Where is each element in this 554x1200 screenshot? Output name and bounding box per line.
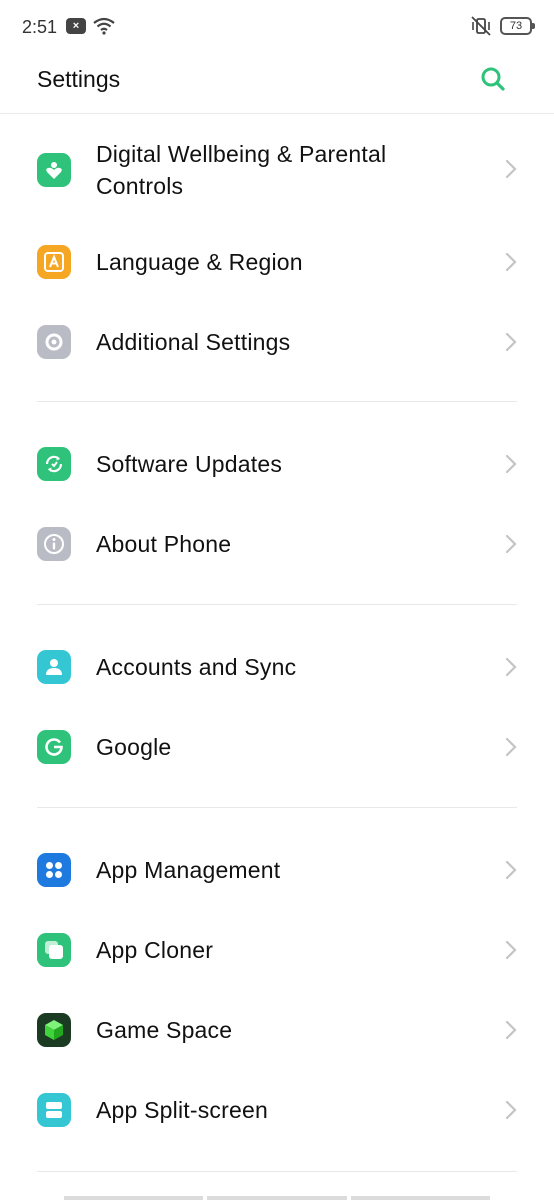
chevron-right-icon [505, 159, 517, 179]
settings-item-label: Software Updates [96, 451, 283, 477]
person-icon [37, 650, 71, 684]
status-bar: 2:51 × 73 [0, 0, 554, 56]
chevron-right-icon [505, 1020, 517, 1040]
settings-item-label: Game Space [96, 1017, 233, 1043]
settings-item-app-management[interactable]: App Management [0, 838, 554, 902]
settings-item-label: Language & Region [96, 249, 303, 275]
settings-item-label: Digital Wellbeing & Parental Controls [96, 141, 387, 199]
search-icon [481, 67, 505, 91]
settings-item-google[interactable]: Google [0, 715, 554, 779]
chevron-right-icon [505, 252, 517, 272]
page-title: Settings [37, 66, 121, 92]
settings-item-accounts-sync[interactable]: Accounts and Sync [0, 635, 554, 699]
chevron-right-icon [505, 860, 517, 880]
status-time: 2:51 [22, 17, 58, 37]
settings-item-label: App Cloner [96, 937, 214, 963]
settings-item-language-region[interactable]: Language & Region [0, 230, 554, 294]
status-left-icons: × [66, 17, 115, 35]
clone-icon [37, 933, 71, 967]
refresh-icon [37, 447, 71, 481]
divider [37, 401, 517, 402]
settings-item-label: Accounts and Sync [96, 654, 297, 680]
settings-item-game-space[interactable]: Game Space [0, 998, 554, 1062]
divider [37, 807, 517, 808]
gear-icon [37, 325, 71, 359]
settings-item-label: About Phone [96, 531, 232, 557]
battery-icon: 73 [500, 17, 535, 35]
split-screen-icon [37, 1093, 71, 1127]
divider [37, 604, 517, 605]
google-icon [37, 730, 71, 764]
battery-level: 73 [509, 20, 523, 32]
status-right-icons: 73 [470, 16, 535, 36]
chevron-right-icon [505, 657, 517, 677]
chevron-right-icon [505, 332, 517, 352]
header: Settings [0, 56, 554, 114]
letter-a-icon [37, 245, 71, 279]
settings-item-label: Additional Settings [96, 329, 291, 355]
settings-item-additional-settings[interactable]: Additional Settings [0, 310, 554, 374]
wifi-icon [93, 17, 115, 35]
settings-item-about-phone[interactable]: About Phone [0, 512, 554, 576]
chevron-right-icon [505, 1100, 517, 1120]
settings-item-label: App Split-screen [96, 1097, 268, 1123]
settings-item-digital-wellbeing[interactable]: Digital Wellbeing & Parental Controls [0, 134, 554, 206]
chevron-right-icon [505, 737, 517, 757]
chevron-right-icon [505, 454, 517, 474]
cube-icon [37, 1013, 71, 1047]
vibrate-off-icon [471, 16, 491, 36]
settings-item-software-updates[interactable]: Software Updates [0, 432, 554, 496]
chevron-right-icon [505, 534, 517, 554]
settings-item-label: Google [96, 734, 172, 760]
search-button[interactable] [478, 64, 508, 94]
bottom-edge-bar [64, 1196, 490, 1200]
notification-icon: × [66, 18, 86, 34]
settings-item-label: App Management [96, 857, 281, 883]
heart-person-icon [37, 153, 71, 187]
apps-grid-icon [37, 853, 71, 887]
settings-item-app-split-screen[interactable]: App Split-screen [0, 1078, 554, 1142]
chevron-right-icon [505, 940, 517, 960]
settings-item-app-cloner[interactable]: App Cloner [0, 918, 554, 982]
divider [37, 1171, 517, 1172]
info-icon [37, 527, 71, 561]
